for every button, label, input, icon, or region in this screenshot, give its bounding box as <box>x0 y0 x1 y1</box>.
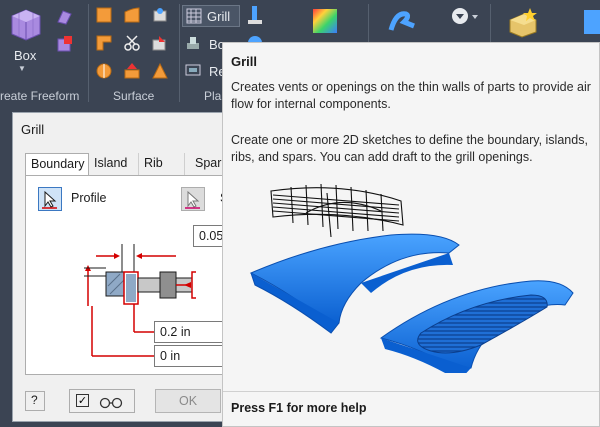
checkbox-icon: ✓ <box>76 394 89 407</box>
box-button[interactable]: Box ▼ <box>4 4 44 73</box>
tooltip-description: Creates vents or openings on the thin wa… <box>231 80 591 111</box>
boundary-panel: Profile S <box>25 175 229 375</box>
surface-replace-icon[interactable] <box>123 62 141 80</box>
snap-fit-icon[interactable] <box>246 4 264 26</box>
profile-label: Profile <box>71 191 107 205</box>
help-button[interactable]: ? <box>25 391 45 411</box>
surface-sweep-icon[interactable] <box>123 6 141 24</box>
plastic-part-group-label: Pla <box>204 89 222 103</box>
scissors-icon[interactable] <box>123 34 141 52</box>
surface-ruled-icon[interactable] <box>151 6 169 24</box>
freeform-face-icon[interactable] <box>55 8 73 26</box>
grill-button-label: Grill <box>207 9 231 24</box>
tab-spar-label: Spar <box>195 156 222 170</box>
ok-button[interactable]: OK <box>155 389 221 413</box>
dialog-title: Grill <box>21 122 45 137</box>
select-arrow-icon <box>185 190 200 209</box>
tab-bar: Boundary Island Rib Spar <box>25 153 228 176</box>
boss-icon <box>187 37 199 49</box>
tooltip-title: Grill <box>231 54 258 69</box>
create-freeform-group: Box ▼ reate Freeform <box>0 0 88 105</box>
settings-dropdown-icon[interactable] <box>450 6 480 28</box>
glasses-icon <box>99 397 123 409</box>
surface-repair-icon[interactable] <box>151 62 169 80</box>
tab-boundary-label: Boundary <box>31 157 85 171</box>
surface-group-label: Surface <box>113 89 155 103</box>
surface-patch-icon[interactable] <box>95 6 113 24</box>
preview-toggle[interactable]: ✓ <box>69 389 135 413</box>
tab-island[interactable]: Island <box>89 153 139 175</box>
tooltip-help-hint: Press F1 for more help <box>231 401 367 415</box>
tab-island-label: Island <box>94 156 128 170</box>
rest-icon <box>185 64 201 76</box>
select-arrow-icon <box>42 190 57 209</box>
tab-boundary[interactable]: Boundary <box>25 153 89 176</box>
boundary-diagram <box>84 244 196 357</box>
freeform-add-icon[interactable] <box>55 36 73 54</box>
chevron-down-icon: ▼ <box>18 64 26 73</box>
box-icon <box>11 9 41 41</box>
tab-rib-label: Rib <box>144 156 163 170</box>
help-icon: ? <box>31 393 38 407</box>
sketch-select-button[interactable] <box>181 187 205 211</box>
grill-dialog: Grill Boundary Island Rib Spar Profile 0… <box>12 112 229 422</box>
create-freeform-group-label: reate Freeform <box>0 89 80 103</box>
surface-extend-icon[interactable] <box>151 34 169 52</box>
tooltip-instructions: Create one or more 2D sketches to define… <box>231 133 588 164</box>
grill-icon <box>186 8 202 24</box>
grill-illustration <box>249 183 574 373</box>
tooltip-divider <box>223 391 599 392</box>
surface-stitch-icon[interactable] <box>95 62 113 80</box>
grill-button[interactable]: Grill <box>182 5 240 27</box>
rim-height-field[interactable]: 0.2 in <box>154 321 229 343</box>
sculpt-icon[interactable] <box>388 6 418 36</box>
grill-tooltip: Grill Creates vents or openings on the t… <box>222 42 600 427</box>
offset-field[interactable]: 0 in <box>154 345 229 367</box>
profile-select-button[interactable] <box>38 187 62 211</box>
surface-trim-icon[interactable] <box>95 34 113 52</box>
thicken-icon[interactable] <box>310 6 340 36</box>
surface-group: Surface <box>89 0 179 105</box>
mold-base-icon[interactable] <box>506 6 538 38</box>
partial-icon[interactable] <box>578 6 600 36</box>
tab-rib[interactable]: Rib <box>139 153 185 175</box>
box-label: Box <box>14 48 37 63</box>
